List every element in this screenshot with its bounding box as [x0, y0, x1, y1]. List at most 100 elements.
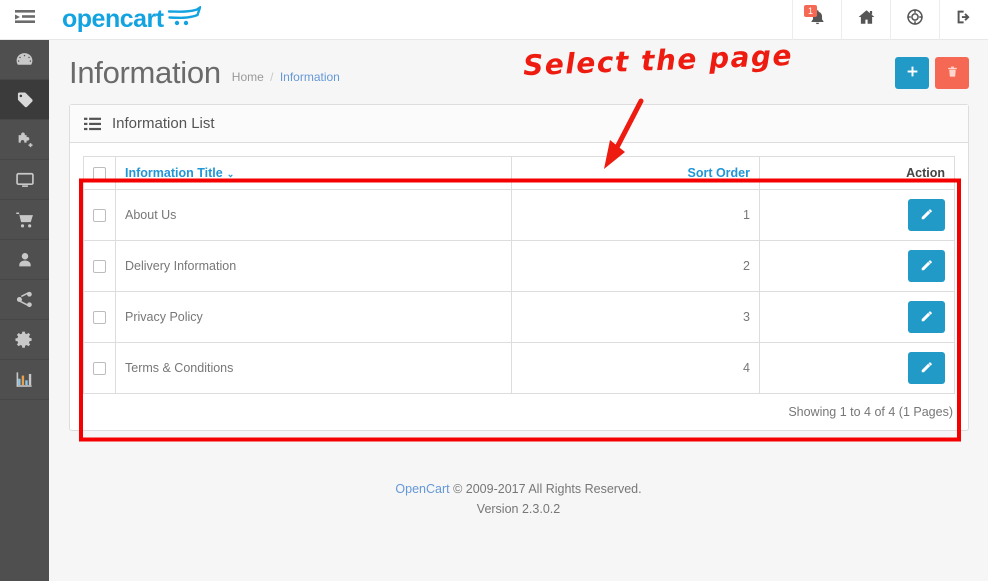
- information-table: Information Title ⌄ Sort Order Action Ab…: [83, 155, 955, 395]
- trash-icon: [946, 65, 959, 82]
- table-row: About Us 1: [83, 189, 955, 242]
- pencil-icon: [920, 258, 934, 275]
- monitor-icon: [15, 170, 35, 190]
- pencil-icon: [920, 207, 934, 224]
- table-row: Privacy Policy 3: [83, 291, 955, 344]
- table-row: Terms & Conditions 4: [83, 342, 955, 395]
- cart-swoosh-icon: [167, 4, 202, 33]
- breadcrumb-information[interactable]: Information: [280, 70, 340, 84]
- edit-button[interactable]: [908, 301, 945, 334]
- panel-heading: Information List: [70, 105, 968, 143]
- brand-text: opencart: [62, 5, 164, 33]
- cart-icon: [15, 210, 35, 230]
- page-title: Information: [69, 55, 221, 90]
- row-select-cell: [83, 240, 116, 293]
- information-list-panel: Information List Information Title ⌄ Sor…: [69, 104, 969, 432]
- table-header-row: Information Title ⌄ Sort Order Action: [83, 155, 955, 191]
- footer: OpenCart © 2009-2017 All Rights Reserved…: [49, 479, 988, 519]
- row-action-cell: [759, 291, 955, 344]
- topbar-actions: 1: [792, 0, 988, 40]
- user-icon: [16, 251, 34, 269]
- notifications-badge: 1: [804, 4, 817, 17]
- opencart-link[interactable]: OpenCart: [395, 482, 449, 496]
- logout-icon: [955, 8, 973, 31]
- opencart-logo[interactable]: opencart: [49, 4, 202, 33]
- row-select-cell: [83, 291, 116, 344]
- sidebar-toggle-button[interactable]: [0, 0, 49, 40]
- content-area: Information Home / Information Informati…: [49, 41, 988, 581]
- add-new-button[interactable]: [895, 57, 929, 89]
- life-ring-icon: [906, 8, 924, 31]
- page-actions: [895, 57, 969, 89]
- pencil-icon: [920, 309, 934, 326]
- footer-copyright: © 2009-2017 All Rights Reserved.: [453, 482, 642, 497]
- delete-button[interactable]: [935, 57, 969, 89]
- sidebar-item-marketing[interactable]: [0, 280, 49, 320]
- help-button[interactable]: [890, 0, 939, 40]
- share-icon: [15, 290, 34, 309]
- gauge-icon: [15, 50, 34, 69]
- sidebar-item-catalog[interactable]: [0, 80, 49, 120]
- edit-button[interactable]: [908, 199, 945, 232]
- plus-icon: [906, 65, 919, 81]
- pencil-icon: [920, 360, 934, 377]
- chevron-down-icon: ⌄: [226, 169, 235, 180]
- row-sort-order: 4: [511, 342, 760, 395]
- select-all-header: [83, 155, 116, 191]
- row-checkbox[interactable]: [93, 362, 106, 376]
- row-title: Delivery Information: [115, 240, 512, 293]
- sort-order-header: Sort Order: [511, 155, 760, 191]
- footer-copyright-line: OpenCart © 2009-2017 All Rights Reserved…: [49, 479, 988, 499]
- tags-icon: [15, 90, 35, 110]
- table-row: Delivery Information 2: [83, 240, 955, 293]
- select-all-checkbox[interactable]: [93, 167, 106, 181]
- row-sort-order: 1: [511, 189, 760, 242]
- opencart-admin-page: opencart 1 Information Home / Informatio…: [0, 0, 988, 581]
- sidebar-item-dashboard[interactable]: [0, 40, 49, 80]
- row-action-cell: [759, 240, 955, 293]
- top-bar: opencart 1: [49, 0, 988, 40]
- gear-icon: [15, 330, 34, 349]
- row-title: About Us: [115, 189, 512, 242]
- row-checkbox[interactable]: [93, 209, 106, 223]
- logout-button[interactable]: [939, 0, 988, 40]
- page-header: Information Home / Information: [49, 41, 988, 98]
- row-title: Privacy Policy: [115, 291, 512, 344]
- home-icon: [857, 8, 876, 31]
- row-sort-order: 2: [511, 240, 760, 293]
- title-header-label: Information Title: [125, 166, 223, 181]
- sidebar: [0, 0, 49, 581]
- row-checkbox[interactable]: [93, 260, 106, 274]
- edit-button[interactable]: [908, 250, 945, 283]
- sidebar-item-reports[interactable]: [0, 360, 49, 400]
- table-body: About Us 1 Delivery Information 2 Privac…: [83, 189, 955, 395]
- row-checkbox[interactable]: [93, 311, 106, 325]
- puzzle-icon: [15, 130, 34, 149]
- sidebar-item-customers[interactable]: [0, 240, 49, 280]
- action-header: Action: [759, 155, 955, 191]
- storefront-button[interactable]: [841, 0, 890, 40]
- row-sort-order: 3: [511, 291, 760, 344]
- sidebar-item-design[interactable]: [0, 160, 49, 200]
- sort-by-title-link[interactable]: Information Title ⌄: [125, 166, 234, 180]
- breadcrumb-separator: /: [270, 70, 274, 84]
- breadcrumb-home[interactable]: Home: [232, 70, 264, 84]
- row-title: Terms & Conditions: [115, 342, 512, 395]
- panel-body: Information Title ⌄ Sort Order Action Ab…: [70, 143, 968, 430]
- list-icon: [84, 117, 101, 131]
- table-header: Information Title ⌄ Sort Order Action: [83, 155, 955, 191]
- edit-button[interactable]: [908, 352, 945, 385]
- notifications-button[interactable]: 1: [792, 0, 841, 40]
- row-action-cell: [759, 342, 955, 395]
- sidebar-item-sales[interactable]: [0, 200, 49, 240]
- row-select-cell: [83, 189, 116, 242]
- footer-version: Version 2.3.0.2: [476, 502, 561, 517]
- breadcrumb: Home / Information: [232, 70, 340, 88]
- sort-by-order-link[interactable]: Sort Order: [687, 166, 750, 180]
- sidebar-item-system[interactable]: [0, 320, 49, 360]
- title-header: Information Title ⌄: [115, 155, 512, 191]
- sidebar-item-extensions[interactable]: [0, 120, 49, 160]
- panel-title: Information List: [112, 115, 215, 132]
- row-select-cell: [83, 342, 116, 395]
- bar-chart-icon: [15, 370, 34, 389]
